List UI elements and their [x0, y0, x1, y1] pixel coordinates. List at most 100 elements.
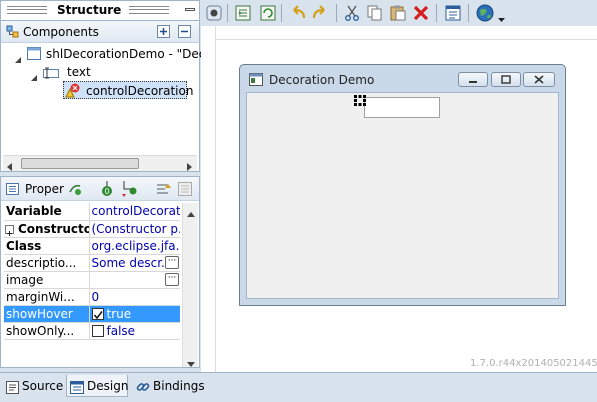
- bindings-icon: [136, 379, 150, 401]
- expanded-arrow-icon[interactable]: [15, 51, 22, 69]
- separator: [227, 4, 228, 22]
- property-value[interactable]: (Constructor p...: [89, 220, 180, 238]
- vertical-scrollbar[interactable]: [182, 203, 198, 367]
- property-key: descriptio...: [4, 254, 90, 272]
- tab-bindings[interactable]: Bindings: [133, 375, 205, 397]
- property-value[interactable]: org.eclipse.jfa...: [89, 237, 180, 255]
- tab-source[interactable]: Source: [2, 375, 66, 397]
- drag-grip-right[interactable]: [129, 6, 169, 14]
- paste-icon[interactable]: [390, 5, 406, 24]
- maximize-window-button[interactable]: [491, 72, 521, 87]
- property-key: Constructor: [4, 220, 90, 238]
- property-key-label: Constructor: [18, 221, 88, 236]
- expanded-arrow-icon[interactable]: [31, 69, 38, 87]
- undo-icon[interactable]: [289, 5, 307, 24]
- property-value: Some descr...: [91, 255, 173, 270]
- property-value-cell[interactable]: ···: [89, 271, 180, 289]
- property-row-description[interactable]: descriptio... Some descr... ···: [4, 254, 180, 272]
- horizontal-ruler: [216, 26, 597, 40]
- property-value[interactable]: controlDecorat...: [89, 203, 180, 221]
- text-field[interactable]: [364, 97, 440, 118]
- source-icon: [6, 379, 19, 401]
- layout-icon[interactable]: [235, 5, 251, 24]
- property-row-margin-width[interactable]: marginWi... 0: [4, 288, 180, 306]
- property-value-cell[interactable]: Some descr... ···: [89, 254, 180, 272]
- property-row-image[interactable]: image ···: [4, 271, 180, 289]
- separator: [336, 4, 337, 22]
- property-row-constructor[interactable]: Constructor (Constructor p...: [4, 220, 180, 238]
- property-key: showHover: [4, 305, 90, 323]
- property-value-cell[interactable]: false: [89, 322, 180, 340]
- properties-toolbar: Proper 0: [1, 177, 199, 201]
- tree-label-shell: shlDecorationDemo - "Deco: [46, 47, 213, 61]
- property-row-show-hover[interactable]: showHover true: [4, 305, 180, 323]
- editor-tabs: Source Design Bindings: [0, 372, 597, 402]
- scroll-down-icon[interactable]: [187, 357, 195, 371]
- structure-title: Structure: [57, 3, 122, 17]
- show-events-icon[interactable]: [68, 182, 82, 199]
- globe-icon[interactable]: [476, 4, 494, 25]
- tree-item-control-decoration[interactable]: controlDecoration: [63, 81, 193, 99]
- property-row-class[interactable]: Class org.eclipse.jfa...: [4, 237, 180, 255]
- scroll-right-icon[interactable]: [187, 160, 193, 174]
- property-key: marginWi...: [4, 288, 90, 306]
- delete-icon[interactable]: [413, 5, 429, 24]
- test-gui-icon[interactable]: [206, 5, 222, 24]
- chevron-down-icon[interactable]: [498, 11, 505, 25]
- drag-grip-left[interactable]: [7, 6, 47, 14]
- expand-icon[interactable]: [5, 224, 14, 236]
- shell-client-area[interactable]: [246, 92, 559, 299]
- structure-tab[interactable]: Structure: [0, 0, 200, 20]
- checkbox-unchecked[interactable]: [91, 324, 104, 337]
- property-key: Variable: [4, 203, 90, 221]
- components-toolbar: Components: [1, 21, 199, 43]
- minimize-window-button[interactable]: [458, 72, 488, 87]
- advanced-properties-icon[interactable]: [178, 182, 192, 199]
- properties-table: Variable controlDecorat... Constructor (…: [4, 203, 180, 340]
- tab-design-label: Design: [87, 379, 129, 393]
- scroll-up-icon[interactable]: [187, 207, 195, 221]
- horizontal-scrollbar[interactable]: [3, 155, 197, 171]
- ellipsis-button[interactable]: ···: [165, 255, 179, 269]
- tree-label-control-decoration: controlDecoration: [86, 84, 194, 98]
- property-row-variable[interactable]: Variable controlDecorat...: [4, 203, 180, 221]
- shell-window-icon: [249, 73, 263, 89]
- version-label: 1.7.0.r44x201405021445: [470, 358, 597, 369]
- property-value[interactable]: 0: [89, 288, 180, 306]
- checkbox-checked[interactable]: [91, 307, 104, 320]
- refresh-icon[interactable]: [260, 5, 276, 24]
- decoration-error-icon: [65, 83, 81, 98]
- components-icon: [6, 25, 19, 38]
- separator: [468, 4, 469, 22]
- shell-icon: [27, 47, 41, 60]
- separator: [436, 4, 437, 22]
- properties-icon: [6, 183, 19, 195]
- scroll-left-icon[interactable]: [7, 160, 13, 174]
- expand-all-icon[interactable]: [157, 25, 170, 38]
- property-row-show-only[interactable]: showOnly... false: [4, 322, 180, 340]
- tab-source-label: Source: [22, 379, 64, 393]
- components-panel: Components shlDecorationDemo - "Deco tex…: [0, 20, 213, 172]
- property-key: image: [4, 271, 90, 289]
- scroll-thumb[interactable]: [21, 158, 139, 169]
- property-value-cell[interactable]: true: [89, 305, 180, 323]
- separator: [281, 4, 282, 22]
- goto-definition-icon[interactable]: 0: [101, 181, 113, 200]
- ellipsis-button[interactable]: ···: [165, 272, 179, 286]
- copy-icon[interactable]: [367, 5, 383, 24]
- properties-panel: Proper 0 Variable controlDecorat... Cons…: [0, 176, 200, 368]
- cut-icon[interactable]: [344, 5, 360, 24]
- property-key: Class: [4, 237, 90, 255]
- sort-properties-icon[interactable]: [156, 182, 172, 199]
- minimize-icon[interactable]: [185, 8, 195, 11]
- redo-icon[interactable]: [311, 5, 329, 24]
- properties-title: Proper: [25, 182, 64, 196]
- components-title: Components: [23, 25, 99, 39]
- close-window-button[interactable]: [523, 72, 555, 87]
- collapse-all-icon[interactable]: [178, 25, 191, 38]
- properties-view-icon[interactable]: [445, 5, 461, 24]
- decoration-selection-handle[interactable]: [354, 95, 366, 109]
- goto-next-icon[interactable]: [121, 181, 137, 200]
- tab-bindings-label: Bindings: [153, 379, 205, 393]
- tab-design[interactable]: Design: [66, 375, 128, 397]
